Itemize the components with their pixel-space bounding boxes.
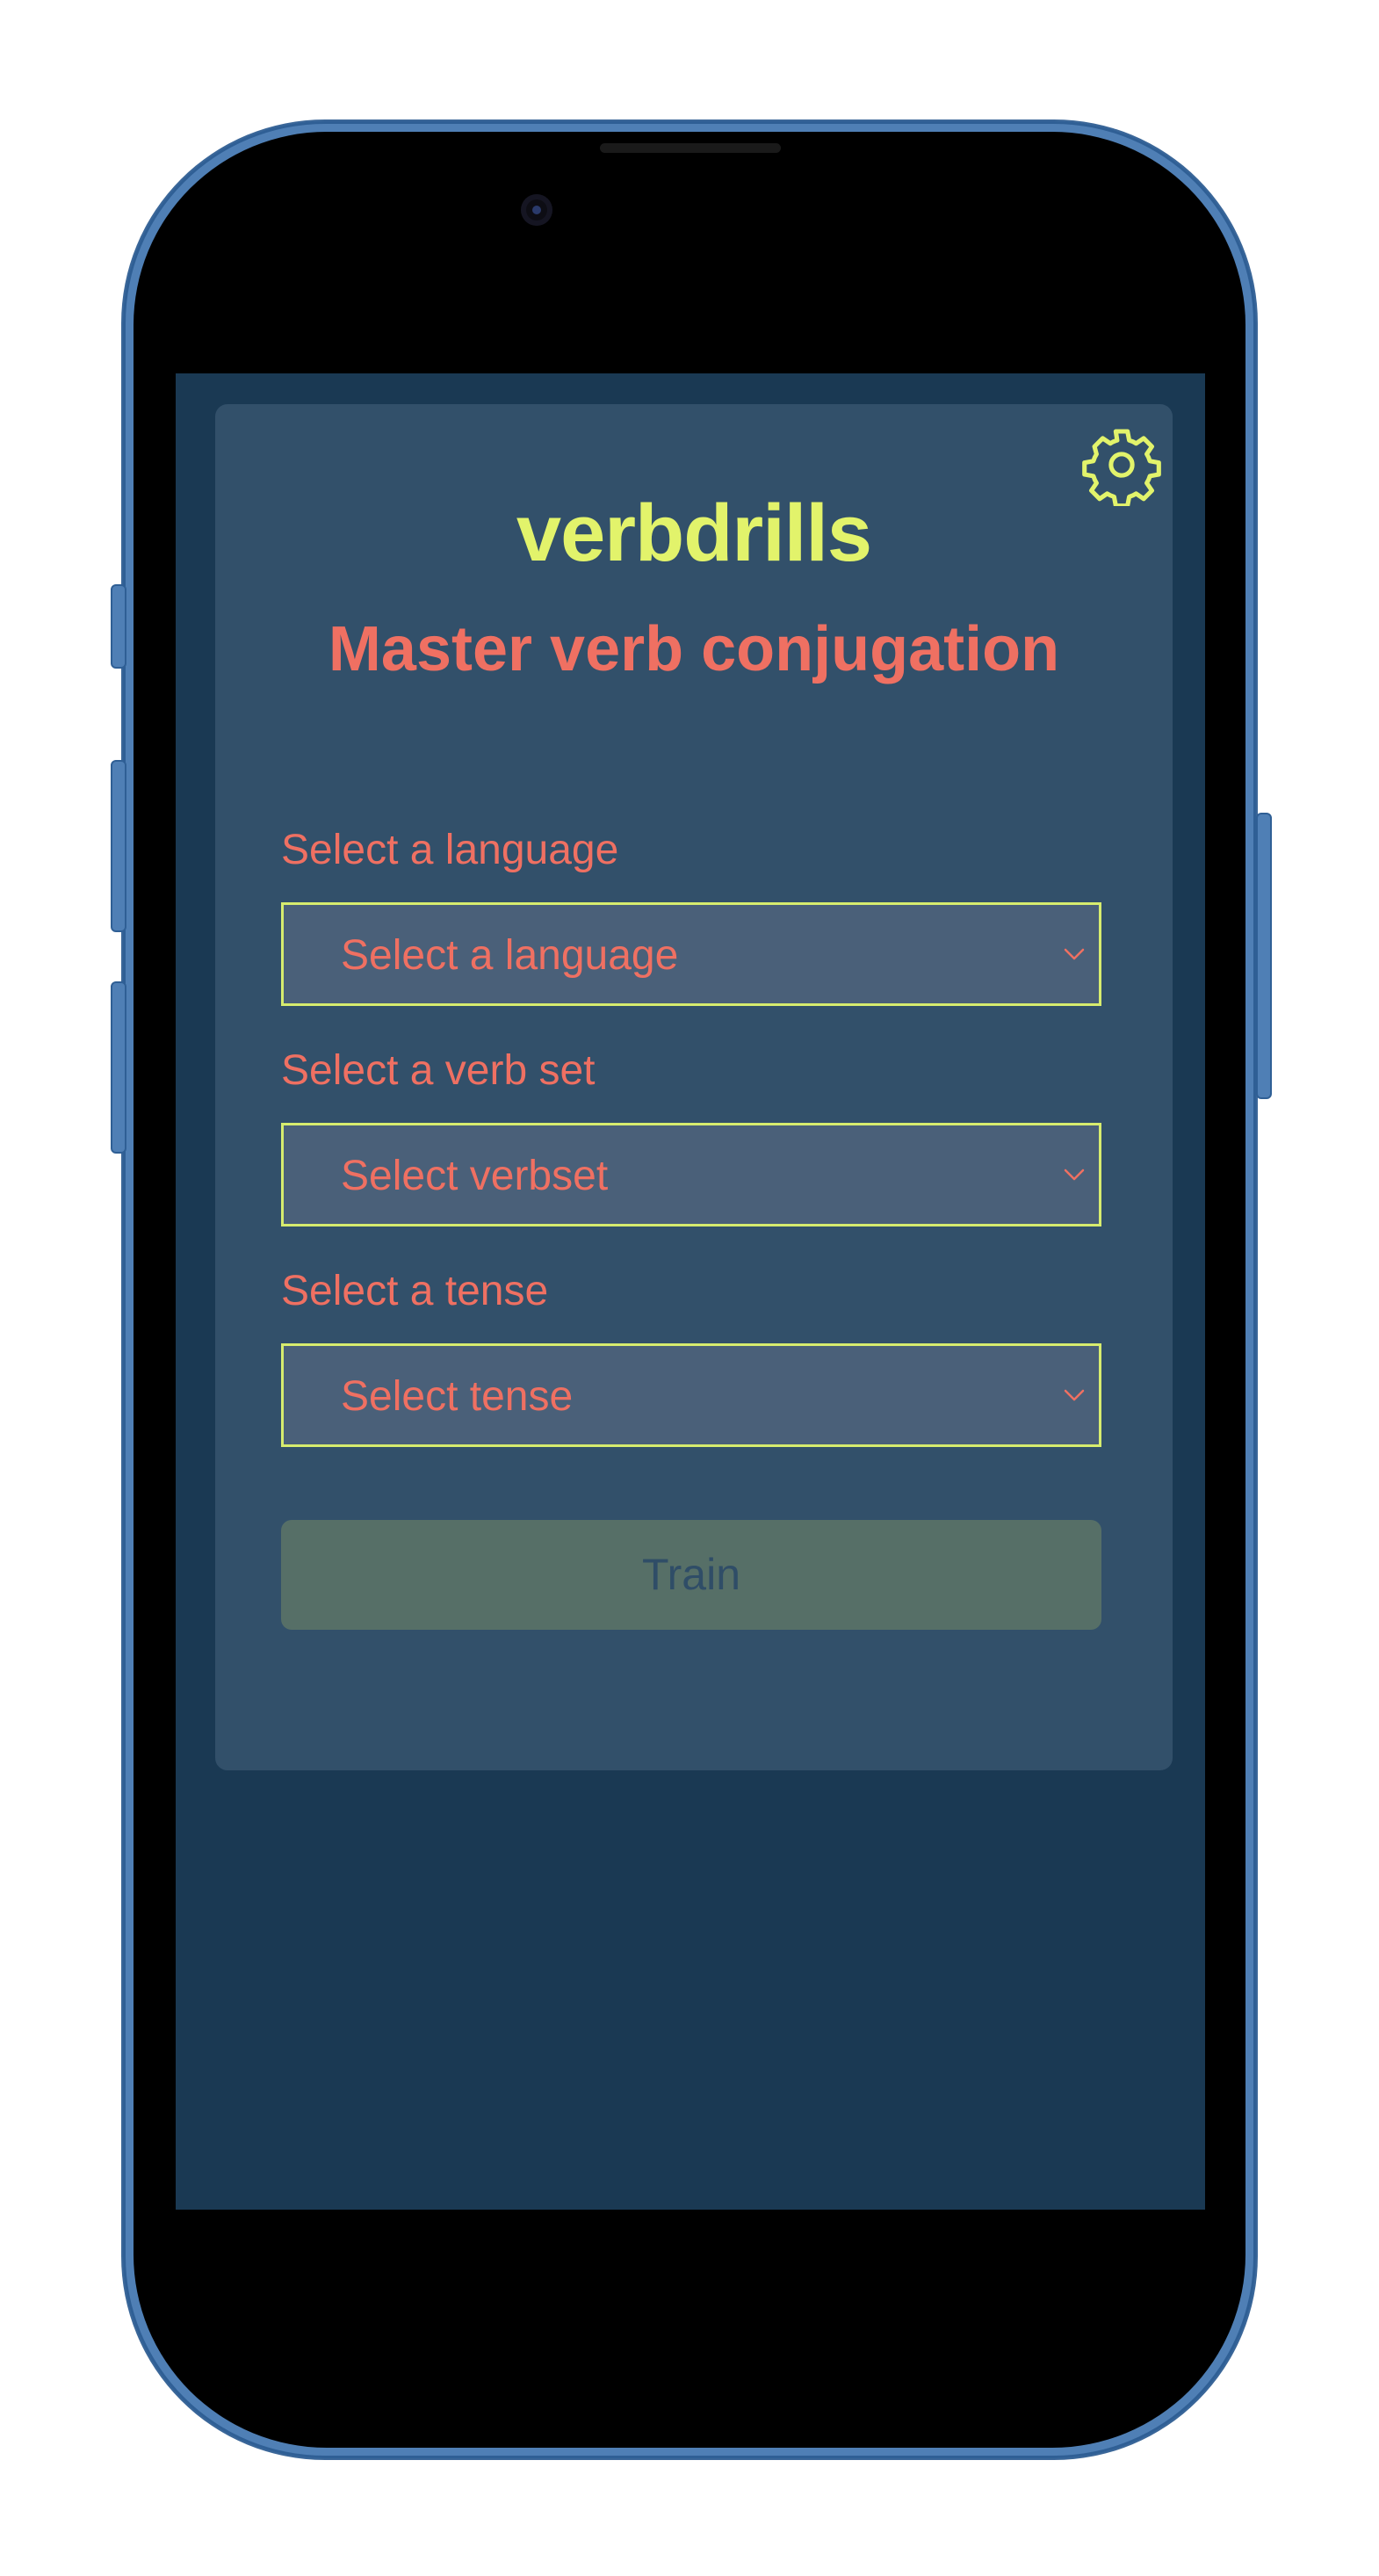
app-tagline: Master verb conjugation bbox=[328, 614, 1060, 684]
tense-select-value: Select tense bbox=[341, 1373, 574, 1420]
tense-select[interactable]: Select tense bbox=[281, 1343, 1101, 1447]
setup-card: verbdrills Master verb conjugation Selec… bbox=[215, 404, 1173, 1770]
tense-label: Select a tense bbox=[281, 1268, 549, 1314]
app-screen: verbdrills Master verb conjugation Selec… bbox=[176, 373, 1205, 2210]
verbset-select[interactable]: Select verbset bbox=[281, 1123, 1101, 1226]
app-title: verbdrills bbox=[516, 488, 872, 578]
front-camera bbox=[521, 194, 552, 226]
train-button[interactable]: Train bbox=[281, 1520, 1101, 1630]
phone-volume-up-button bbox=[111, 760, 126, 932]
verbset-label: Select a verb set bbox=[281, 1047, 596, 1094]
language-select[interactable]: Select a language bbox=[281, 902, 1101, 1006]
chevron-down-icon bbox=[1064, 1169, 1085, 1181]
phone-power-button bbox=[1256, 813, 1272, 1099]
chevron-down-icon bbox=[1064, 948, 1085, 960]
language-select-value: Select a language bbox=[341, 932, 679, 979]
phone-volume-down-button bbox=[111, 981, 126, 1154]
phone-action-button bbox=[111, 584, 126, 669]
phone-speaker bbox=[600, 143, 781, 153]
verbset-select-value: Select verbset bbox=[341, 1153, 609, 1199]
language-label: Select a language bbox=[281, 827, 619, 873]
chevron-down-icon bbox=[1064, 1389, 1085, 1401]
